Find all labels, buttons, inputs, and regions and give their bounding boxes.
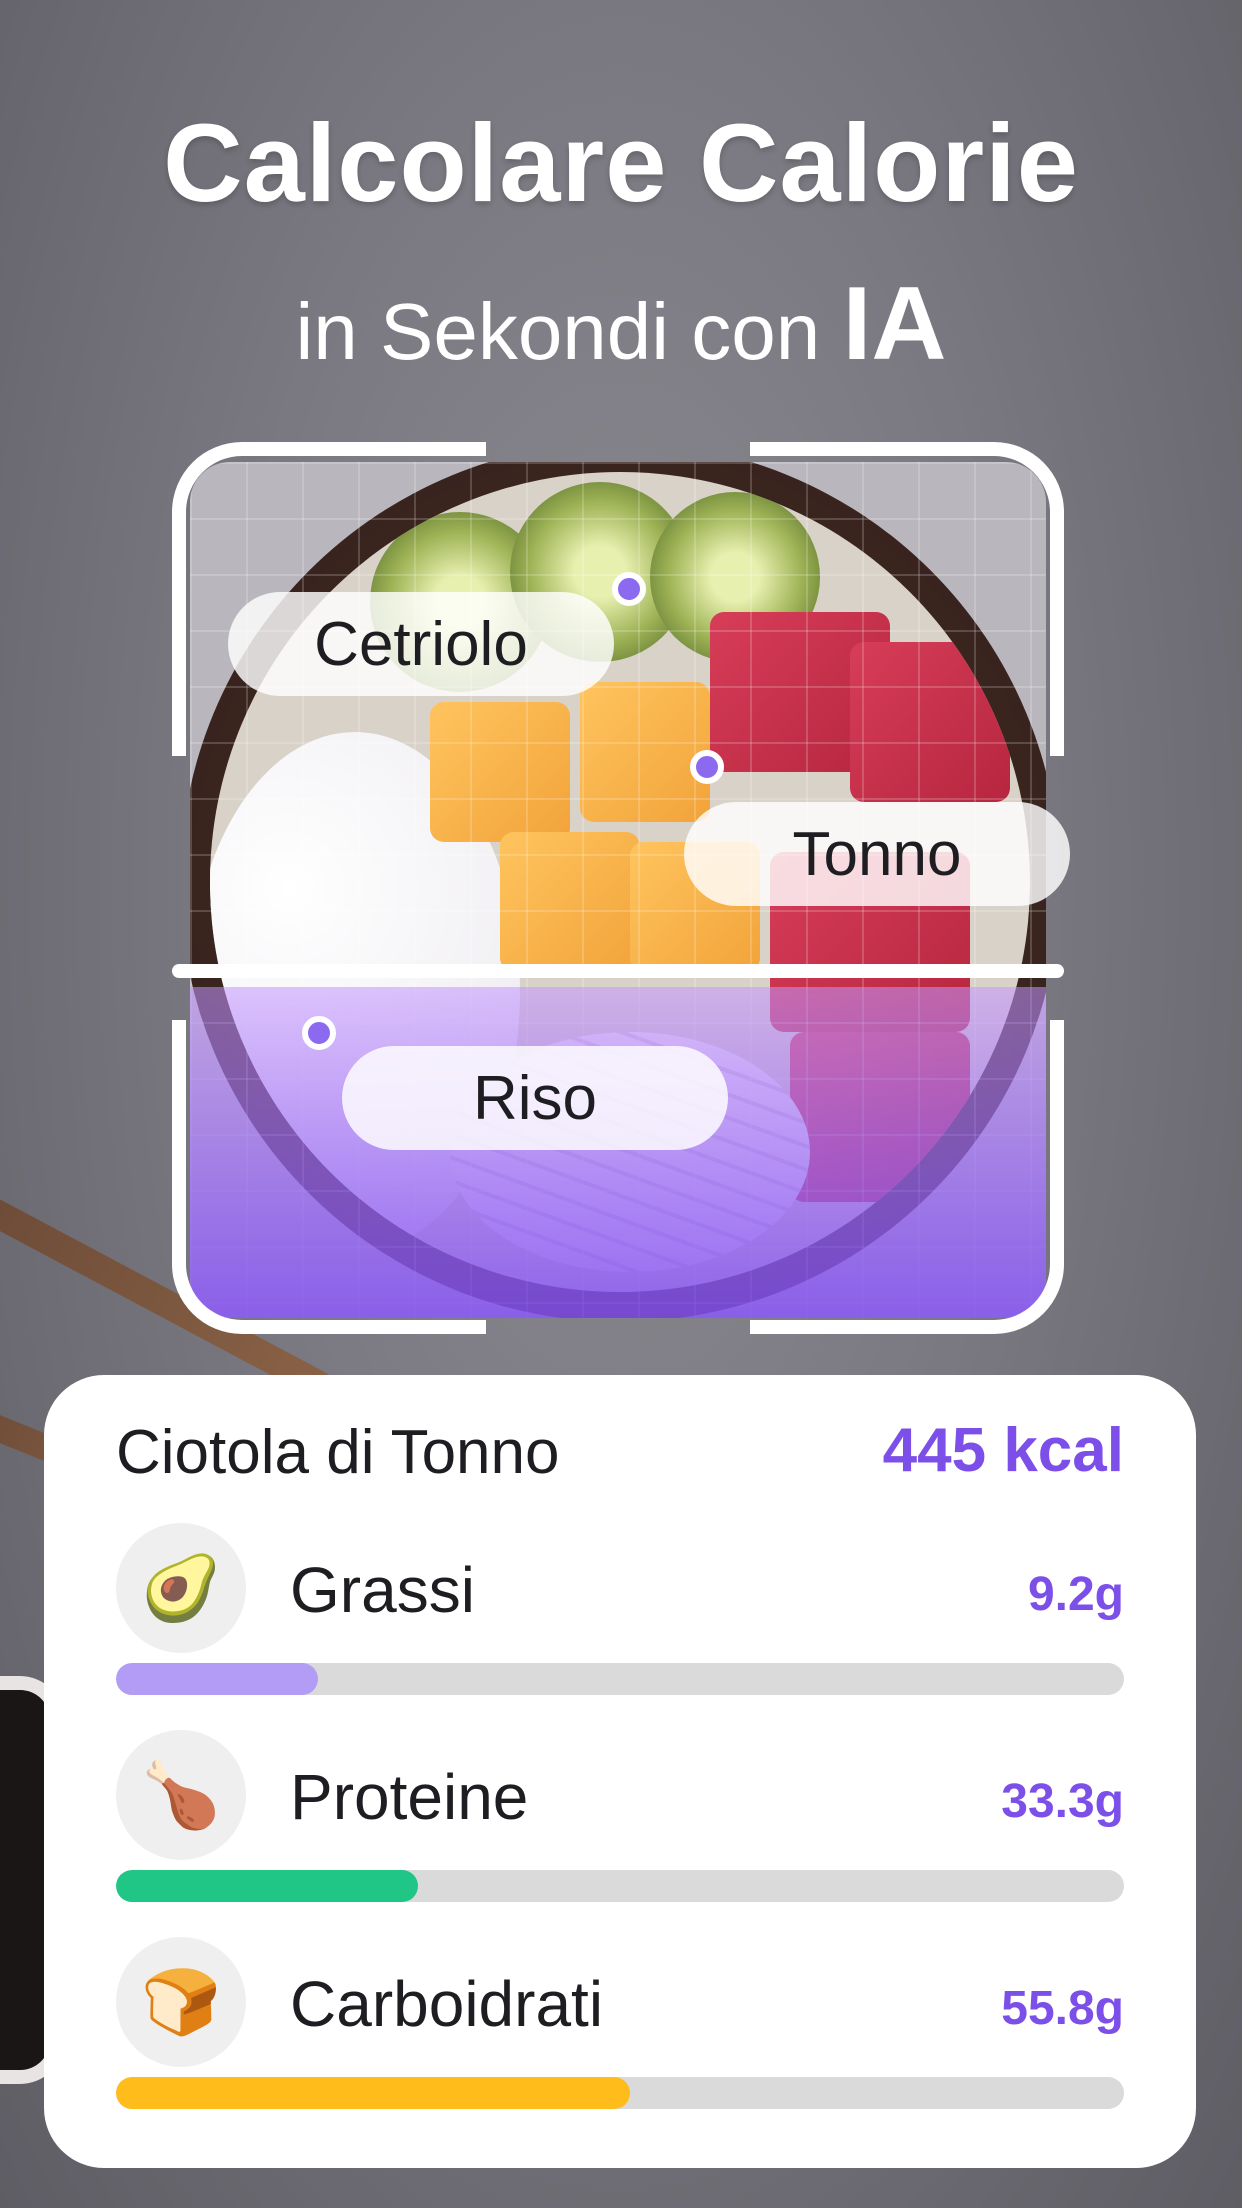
macro-progress-fill (116, 1870, 419, 1902)
scan-line (172, 964, 1064, 978)
bread-icon: 🍞 (116, 1937, 246, 2067)
macro-row-protein: 🍗 Proteine 33.3g (116, 1730, 1124, 1910)
macro-progress-fill (116, 2077, 631, 2109)
sauce-cup-decoration (0, 1690, 50, 2070)
scan-corner-top-right (750, 442, 1064, 756)
headline-subtitle: in Sekondi con IA (0, 265, 1242, 384)
macro-value: 9.2g (1027, 1568, 1124, 1621)
chicken-leg-icon: 🍗 (116, 1730, 246, 1860)
nutrition-card: Ciotola di Tonno 445 kcal 🥑 Grassi 9.2g … (44, 1375, 1196, 2168)
food-scan-frame: Cetriolo Tonno Riso (172, 442, 1070, 1334)
macro-value: 55.8g (1001, 1982, 1124, 2035)
macro-label: Grassi (290, 1554, 475, 1626)
macro-row-fat: 🥑 Grassi 9.2g (116, 1523, 1124, 1703)
macro-label: Proteine (290, 1761, 529, 1833)
scan-corner-bottom-right (750, 1020, 1064, 1334)
label-cucumber[interactable]: Cetriolo (228, 592, 614, 696)
macro-label: Carboidrati (290, 1968, 604, 2040)
macro-progress-track (116, 1870, 1124, 1902)
rice-marker-dot (302, 1016, 336, 1050)
macro-progress-track (116, 1663, 1124, 1695)
tuna-marker-dot (690, 750, 724, 784)
headline-subtitle-text: in Sekondi con (295, 287, 821, 376)
label-rice[interactable]: Riso (342, 1046, 728, 1150)
macro-progress-fill (116, 1663, 318, 1695)
label-tuna[interactable]: Tonno (684, 802, 1070, 906)
calorie-total: 445 kcal (882, 1416, 1124, 1485)
cucumber-marker-dot (612, 572, 646, 606)
macro-progress-track (116, 2077, 1124, 2109)
headline-ia: IA (842, 266, 947, 382)
avocado-icon: 🥑 (116, 1523, 246, 1653)
headline-title: Calcolare Calorie (163, 102, 1079, 225)
meal-name: Ciotola di Tonno (116, 1418, 560, 1487)
macro-row-carbs: 🍞 Carboidrati 55.8g (116, 1937, 1124, 2117)
macro-value: 33.3g (1001, 1775, 1124, 1828)
